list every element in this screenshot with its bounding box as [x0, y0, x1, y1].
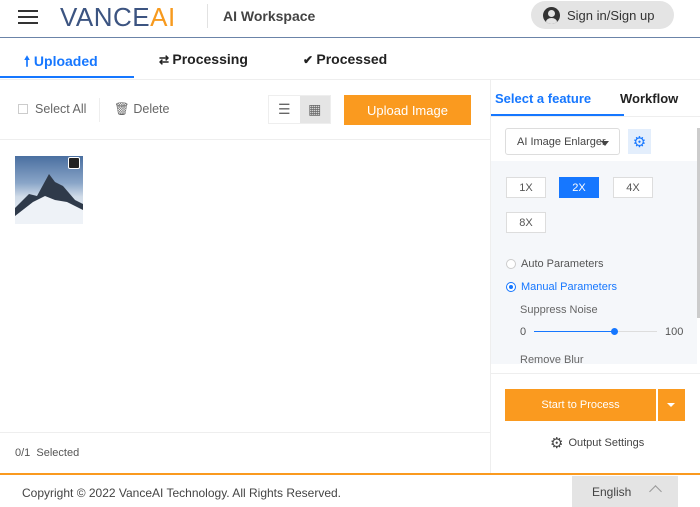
auto-parameters-radio[interactable]: [506, 259, 516, 269]
user-icon: [543, 6, 560, 24]
slider-handle[interactable]: [610, 328, 618, 335]
delete-button[interactable]: 🗑 Delete: [114, 102, 169, 117]
tab-label: Processed: [316, 51, 388, 67]
delete-label: Delete: [133, 102, 170, 116]
scale-2x-button[interactable]: 2X: [559, 177, 599, 198]
list-view-icon[interactable]: ☰: [269, 96, 300, 123]
logo-text: VANCE: [60, 2, 151, 32]
divider: [207, 4, 208, 28]
image-checkbox[interactable]: [68, 157, 80, 169]
auto-parameters-label[interactable]: Auto Parameters: [521, 258, 604, 270]
divider: [0, 79, 700, 80]
remove-blur-label: Remove Blur: [520, 354, 584, 364]
grid-view-icon[interactable]: ▦: [299, 96, 330, 123]
manual-parameters-radio[interactable]: [506, 282, 516, 292]
suppress-noise-label: Suppress Noise: [520, 304, 598, 316]
view-toggle: ☰ ▦: [268, 95, 331, 124]
tab-select-feature[interactable]: Select a feature: [495, 91, 591, 106]
process-dropdown-button[interactable]: [658, 389, 685, 421]
tab-workflow[interactable]: Workflow: [620, 91, 678, 106]
tab-processing[interactable]: ⇄ Processing: [159, 51, 248, 67]
footer-divider: [0, 473, 700, 475]
gear-icon: ⚙: [550, 435, 564, 452]
tab-label: Processing: [172, 51, 248, 67]
header: VANCEAI AI Workspace Sign in/Sign up: [0, 0, 700, 38]
copyright: Copyright © 2022 VanceAI Technology. All…: [22, 486, 342, 500]
tab-processed[interactable]: ✔ Processed: [303, 51, 387, 67]
logo[interactable]: VANCEAI: [60, 2, 176, 33]
divider: [491, 116, 700, 117]
output-settings-label: Output Settings: [568, 437, 645, 449]
output-settings-button[interactable]: ⚙ Output Settings: [550, 434, 644, 452]
logo-accent: AI: [150, 2, 176, 32]
trash-icon: 🗑: [114, 102, 134, 116]
scale-4x-button[interactable]: 4X: [613, 177, 653, 198]
check-circle-icon: ✔: [303, 53, 317, 67]
select-all-checkbox[interactable]: [18, 104, 28, 114]
divider: [0, 432, 490, 433]
select-all-label[interactable]: Select All: [35, 102, 86, 116]
slider-fill: [534, 331, 614, 332]
refresh-icon: ⇄: [159, 53, 173, 67]
feature-select[interactable]: AI Image Enlarger: [505, 128, 620, 155]
scale-8x-button[interactable]: 8X: [506, 212, 546, 233]
slider-max: 100: [665, 326, 684, 338]
slider-min: 0: [520, 326, 527, 338]
menu-icon[interactable]: [18, 7, 38, 25]
workspace-title: AI Workspace: [223, 8, 316, 24]
signin-button[interactable]: Sign in/Sign up: [531, 1, 674, 29]
active-tab-indicator: [0, 76, 134, 78]
language-label: English: [592, 485, 632, 499]
arrow-up-icon: 🠕: [24, 53, 34, 69]
scale-1x-button[interactable]: 1X: [506, 177, 546, 198]
language-select[interactable]: English: [572, 476, 678, 507]
start-process-button[interactable]: Start to Process: [505, 389, 656, 421]
tab-uploaded[interactable]: 🠕 Uploaded: [24, 51, 98, 75]
divider: [491, 373, 700, 374]
selected-count: 0/1 Selected: [15, 447, 80, 459]
feature-settings-icon[interactable]: ⚙: [628, 129, 651, 154]
signin-label: Sign in/Sign up: [567, 7, 655, 23]
manual-parameters-label[interactable]: Manual Parameters: [521, 281, 617, 293]
divider: [99, 98, 100, 122]
chevron-up-icon: [649, 485, 662, 498]
upload-image-button[interactable]: Upload Image: [344, 95, 471, 125]
divider: [0, 139, 490, 140]
tab-label: Uploaded: [33, 53, 98, 69]
